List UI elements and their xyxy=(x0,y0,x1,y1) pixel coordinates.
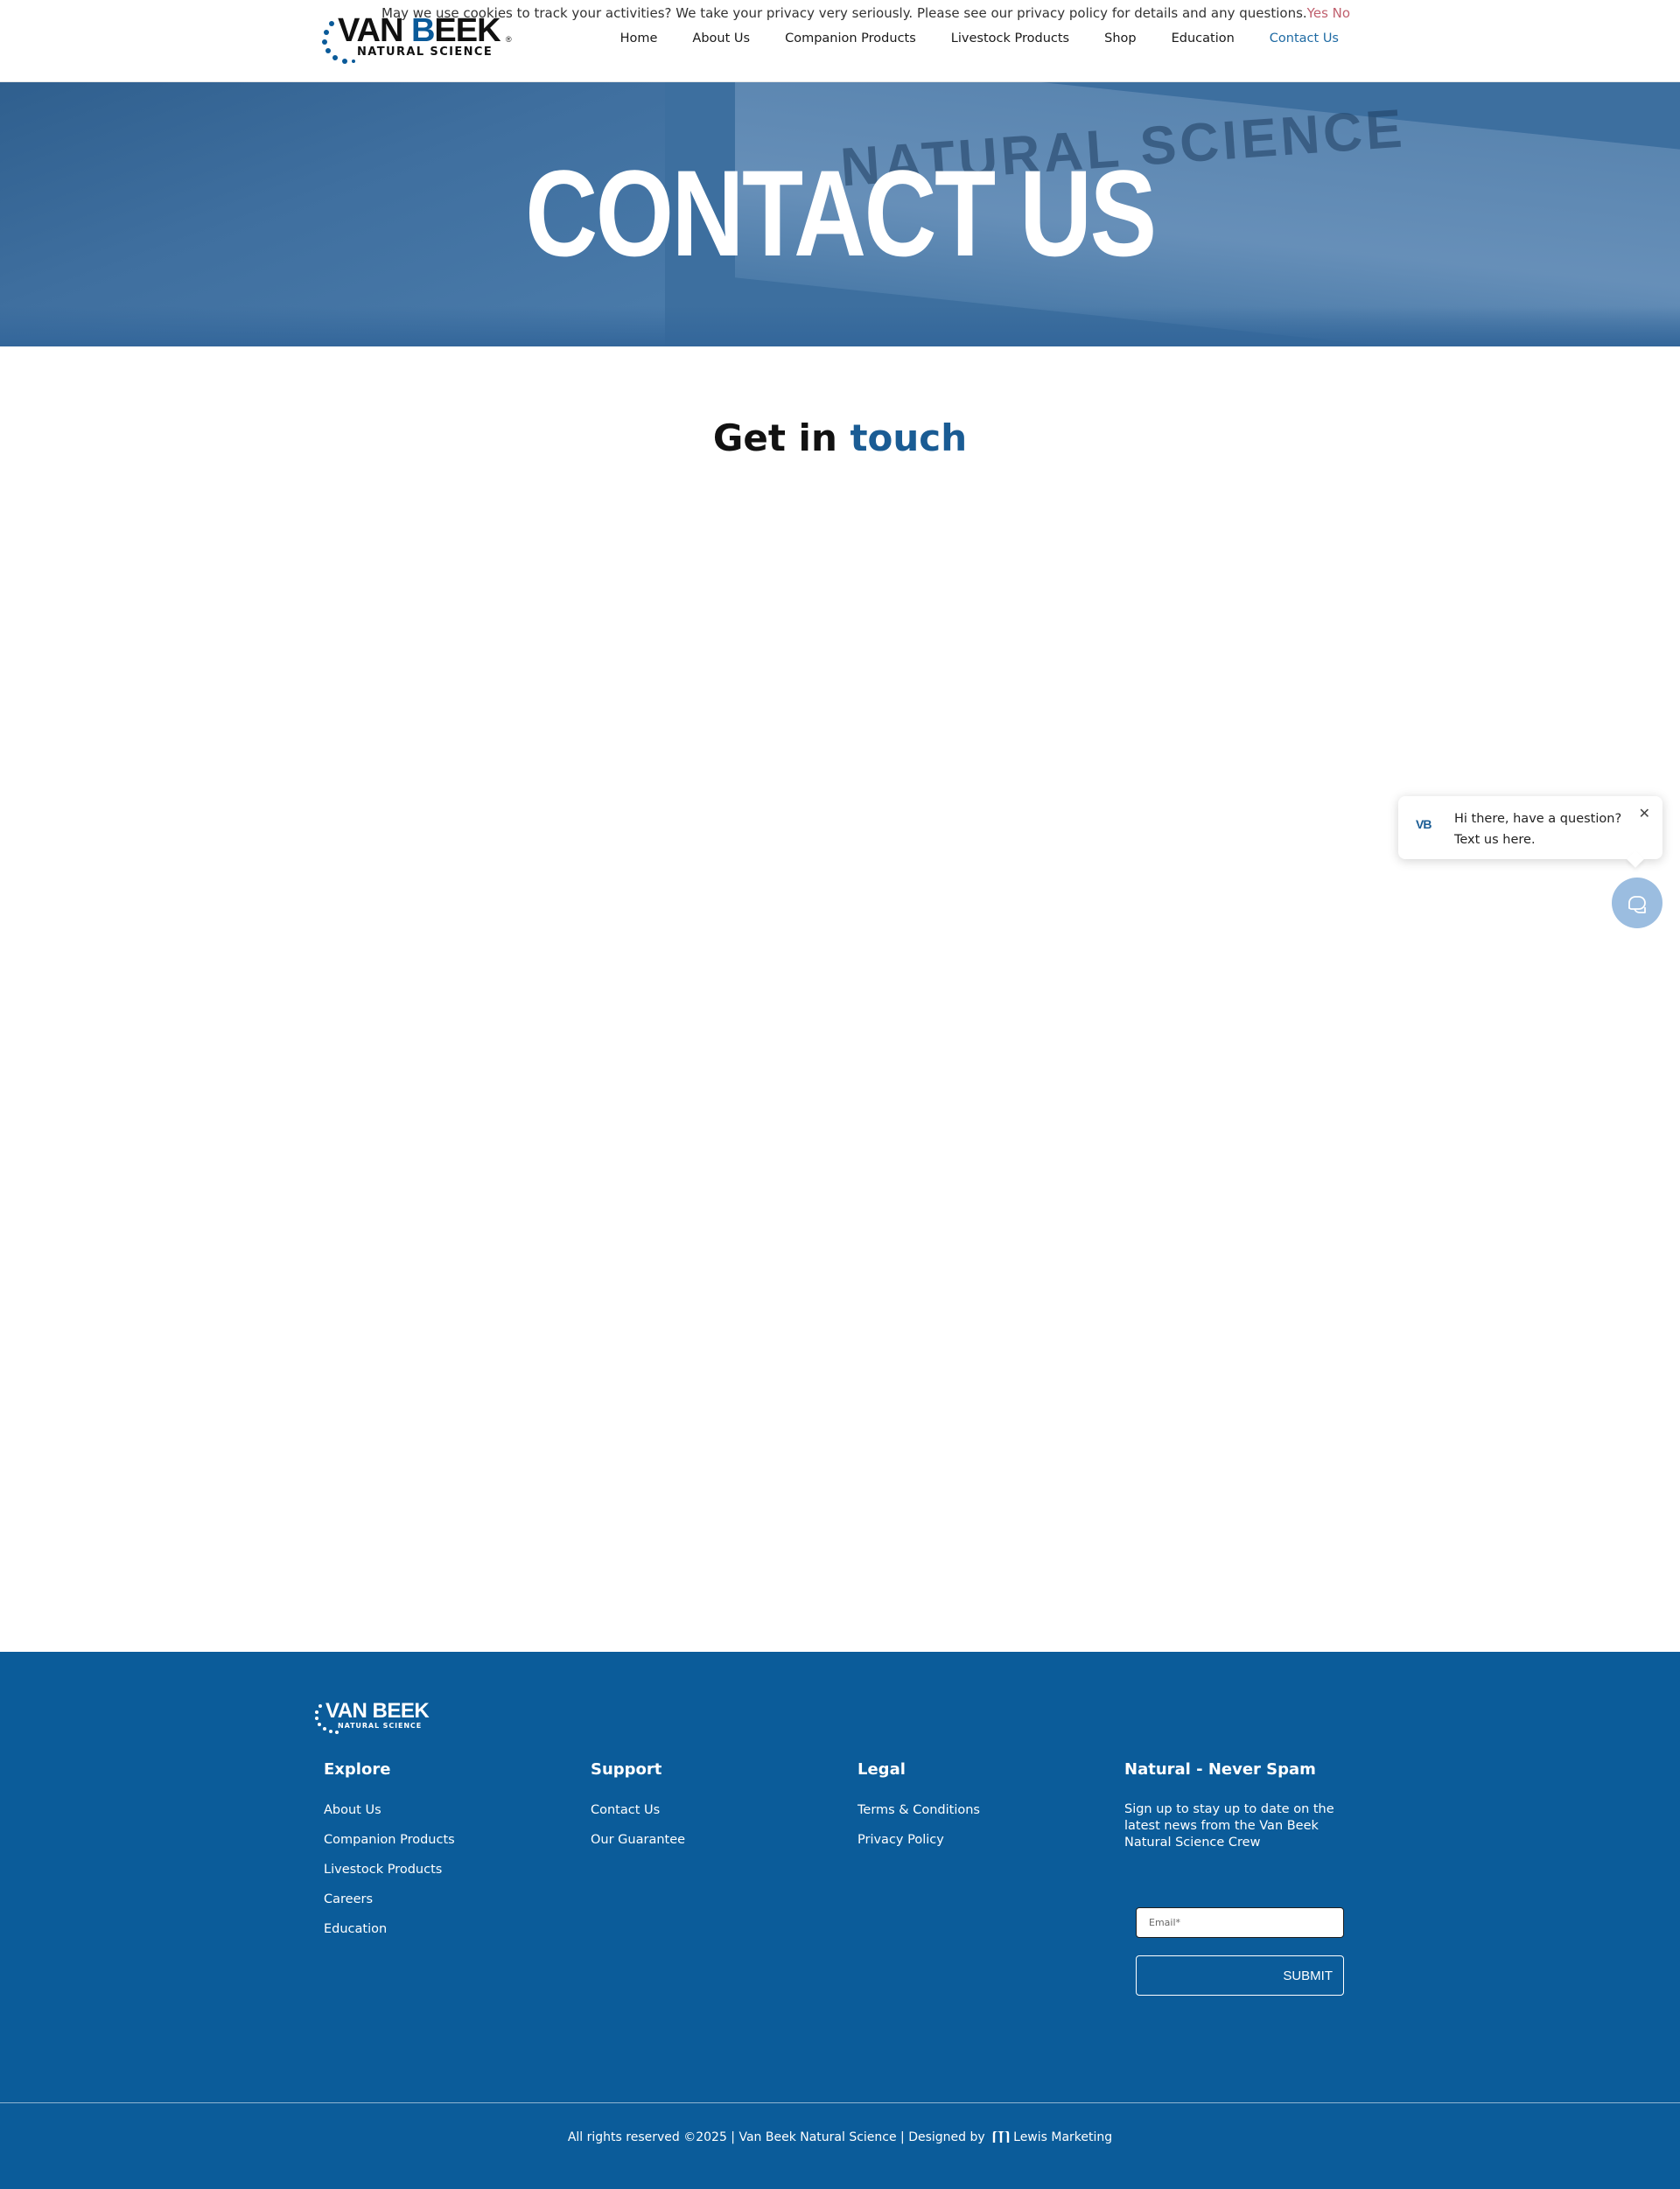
newsletter-submit-button[interactable]: SUBMIT xyxy=(1136,1955,1344,1996)
nav-contact-us[interactable]: Contact Us xyxy=(1270,31,1339,45)
hero-shade xyxy=(0,306,1680,346)
nav-about-us[interactable]: About Us xyxy=(692,31,750,45)
footer-newsletter-title: Natural - Never Spam xyxy=(1124,1760,1316,1779)
nav-companion-products[interactable]: Companion Products xyxy=(785,31,916,45)
logo-subtitle: NATURAL SCIENCE xyxy=(357,45,494,59)
nav-livestock-products[interactable]: Livestock Products xyxy=(951,31,1069,45)
footer-link-privacy-policy[interactable]: Privacy Policy xyxy=(858,1831,980,1849)
site-footer: VAN BEEK NATURAL SCIENCE Explore About U… xyxy=(0,1652,1680,2189)
footer-link-terms[interactable]: Terms & Conditions xyxy=(858,1801,980,1819)
footer-legal-title: Legal xyxy=(858,1760,906,1779)
chat-avatar: VB xyxy=(1416,817,1432,831)
chat-launcher-button[interactable] xyxy=(1612,878,1662,928)
cookie-banner: May we use cookies to track your activit… xyxy=(382,5,1350,21)
heading-plain: Get in xyxy=(712,416,850,459)
copyright-main: All rights reserved ©2025 | Van Beek Nat… xyxy=(567,2130,985,2144)
footer-logo[interactable]: VAN BEEK NATURAL SCIENCE xyxy=(315,1701,446,1736)
close-icon[interactable]: ✕ xyxy=(1639,805,1650,822)
hero-banner: NATURAL SCIENCE CONTACT US xyxy=(0,82,1680,346)
nav-shop[interactable]: Shop xyxy=(1104,31,1136,45)
cookie-banner-text: May we use cookies to track your activit… xyxy=(382,5,1307,21)
footer-link-livestock-products[interactable]: Livestock Products xyxy=(324,1861,455,1878)
copyright-designer-link[interactable]: Lewis Marketing xyxy=(1013,2130,1112,2144)
footer-support-title: Support xyxy=(591,1760,662,1779)
footer-explore-column: Explore About Us Companion Products Live… xyxy=(324,1760,455,1950)
nav-education[interactable]: Education xyxy=(1172,31,1235,45)
copyright-text: All rights reserved ©2025 | Van Beek Nat… xyxy=(0,2130,1680,2144)
footer-link-companion-products[interactable]: Companion Products xyxy=(324,1831,455,1849)
footer-explore-title: Explore xyxy=(324,1760,391,1779)
footer-link-careers[interactable]: Careers xyxy=(324,1891,455,1908)
registered-mark: ® xyxy=(506,35,512,44)
footer-link-our-guarantee[interactable]: Our Guarantee xyxy=(591,1831,685,1849)
lewis-marketing-icon xyxy=(992,2131,1010,2143)
footer-link-contact-us[interactable]: Contact Us xyxy=(591,1801,685,1819)
cookie-yes-button[interactable]: Yes xyxy=(1307,5,1328,21)
chat-prompt-message: Hi there, have a question? Text us here. xyxy=(1454,812,1622,847)
footer-newsletter-column: Natural - Never Spam Sign up to stay up … xyxy=(1124,1760,1354,1851)
footer-support-column: Support Contact Us Our Guarantee xyxy=(591,1760,685,1861)
bubble-tail xyxy=(1627,850,1644,868)
footer-link-education[interactable]: Education xyxy=(324,1920,455,1938)
cookie-no-button[interactable]: No xyxy=(1333,5,1350,21)
footer-newsletter-description: Sign up to stay up to date on the latest… xyxy=(1124,1802,1334,1850)
footer-divider xyxy=(0,2102,1680,2103)
chat-prompt-bubble[interactable]: VB Hi there, have a question? Text us he… xyxy=(1398,796,1662,868)
chat-icon xyxy=(1628,896,1646,913)
footer-legal-column: Legal Terms & Conditions Privacy Policy xyxy=(858,1760,980,1861)
site-header: VAN BEEK NATURAL SCIENCE ® Home About Us… xyxy=(0,0,1680,82)
footer-link-about-us[interactable]: About Us xyxy=(324,1801,455,1819)
footer-logo-wordmark: VAN BEEK xyxy=(326,1699,430,1723)
main-nav: Home About Us Companion Products Livesto… xyxy=(585,31,1339,45)
heading-accent: touch xyxy=(850,416,968,459)
nav-home[interactable]: Home xyxy=(620,31,658,45)
newsletter-email-field[interactable] xyxy=(1136,1907,1344,1938)
page-title: CONTACT US xyxy=(525,144,1157,282)
section-heading: Get in touch xyxy=(0,416,1680,459)
footer-logo-subtitle: NATURAL SCIENCE xyxy=(338,1722,423,1730)
